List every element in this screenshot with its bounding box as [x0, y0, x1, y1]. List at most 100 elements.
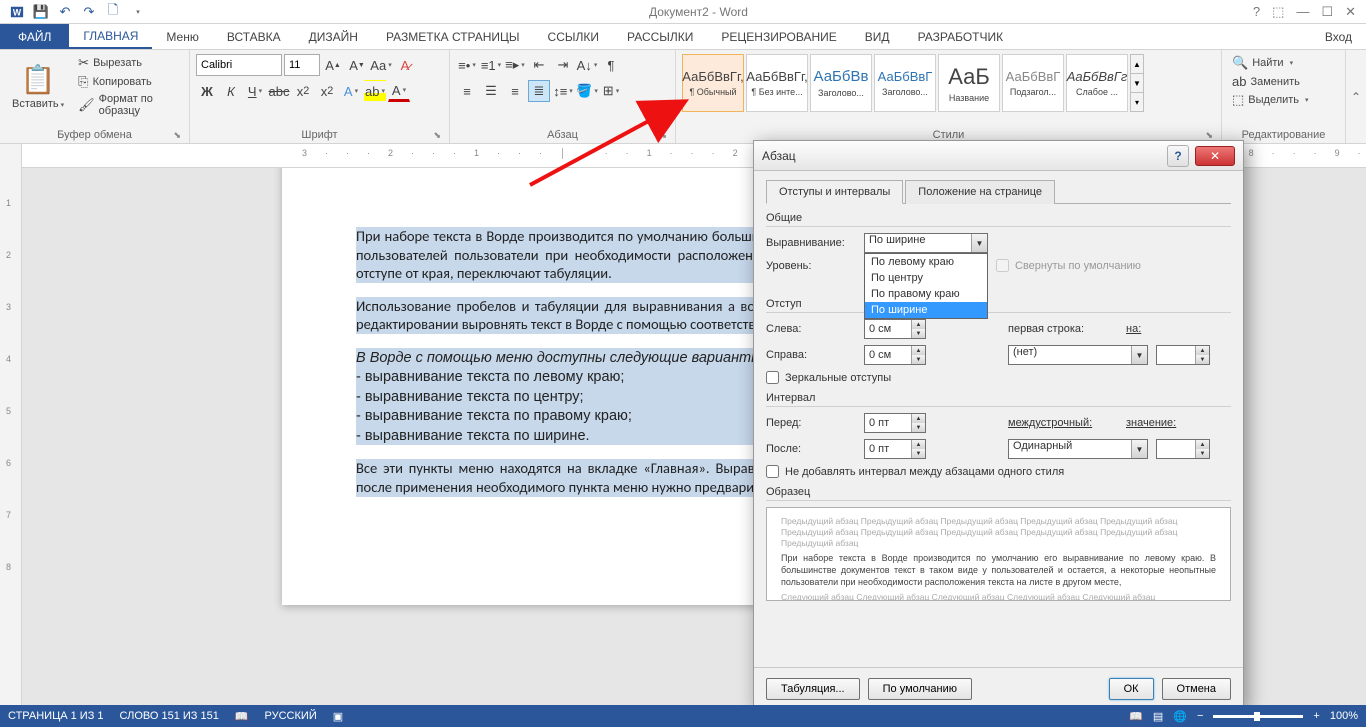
firstline-combo[interactable]: (нет)▼ — [1008, 345, 1148, 365]
text-effects-icon[interactable]: A — [340, 80, 362, 102]
zoom-level[interactable]: 100% — [1330, 710, 1358, 722]
style-subtle[interactable]: АаБбВвГгСлабое ... — [1066, 54, 1128, 112]
gallery-up-icon[interactable]: ▲ — [1131, 55, 1143, 73]
justify-icon[interactable]: ≣ — [528, 80, 550, 102]
underline-icon[interactable]: Ч — [244, 80, 266, 102]
style-heading2[interactable]: АаБбВвГЗаголово... — [874, 54, 936, 112]
collapse-ribbon-icon[interactable]: ⌃ — [1346, 50, 1366, 143]
font-launcher-icon[interactable]: ⬊ — [433, 130, 441, 141]
shrink-font-icon[interactable]: A▼ — [346, 54, 368, 76]
style-heading1[interactable]: АаБбВвЗаголово... — [810, 54, 872, 112]
status-words[interactable]: СЛОВО 151 ИЗ 151 — [120, 710, 219, 722]
tab-view[interactable]: ВИД — [851, 24, 904, 49]
style-gallery[interactable]: АаБбВвГг,¶ Обычный АаБбВвГг,¶ Без инте..… — [682, 54, 1182, 112]
zoom-out-icon[interactable]: − — [1197, 710, 1203, 722]
italic-icon[interactable]: К — [220, 80, 242, 102]
tab-layout[interactable]: РАЗМЕТКА СТРАНИЦЫ — [372, 24, 534, 49]
value-spinner[interactable]: ▲▼ — [1156, 439, 1210, 459]
status-language[interactable]: РУССКИЙ — [265, 710, 317, 722]
subscript-icon[interactable]: x2 — [292, 80, 314, 102]
indent-right-spinner[interactable]: 0 см▲▼ — [864, 345, 926, 365]
dialog-tab-position[interactable]: Положение на странице — [905, 180, 1055, 204]
close-icon[interactable]: ✕ — [1345, 4, 1356, 20]
by-spinner[interactable]: ▲▼ — [1156, 345, 1210, 365]
maximize-icon[interactable]: ☐ — [1321, 4, 1333, 20]
strike-icon[interactable]: abc — [268, 80, 290, 102]
bullets-icon[interactable]: ≡• — [456, 54, 478, 76]
shading-icon[interactable]: 🪣 — [576, 80, 598, 102]
gallery-down-icon[interactable]: ▼ — [1131, 73, 1143, 92]
clipboard-launcher-icon[interactable]: ⬊ — [173, 130, 181, 141]
cut-button[interactable]: ✂Вырезать — [74, 54, 183, 72]
highlight-icon[interactable]: ab — [364, 80, 386, 102]
redo-icon[interactable]: ↷ — [78, 2, 100, 22]
style-subtitle[interactable]: АаБбВвГПодзагол... — [1002, 54, 1064, 112]
save-icon[interactable]: 💾 — [30, 2, 52, 22]
tab-home[interactable]: ГЛАВНАЯ — [69, 24, 152, 49]
select-button[interactable]: ⬚Выделить — [1228, 91, 1339, 109]
new-doc-icon[interactable]: 🗋 — [102, 2, 124, 22]
tab-menu[interactable]: Меню — [152, 24, 212, 49]
paste-button[interactable]: 📋 Вставить — [6, 54, 70, 118]
ok-button[interactable]: ОК — [1109, 678, 1154, 700]
status-proofing-icon[interactable]: 📖 — [235, 710, 249, 723]
view-web-icon[interactable]: 🌐 — [1173, 710, 1187, 723]
status-page[interactable]: СТРАНИЦА 1 ИЗ 1 — [8, 710, 104, 722]
view-read-icon[interactable]: 📖 — [1129, 710, 1143, 723]
line-spacing-icon[interactable]: ↕≡ — [552, 80, 574, 102]
no-space-samestyle-checkbox[interactable]: Не добавлять интервал между абзацами одн… — [766, 465, 1231, 478]
align-left-icon[interactable]: ≡ — [456, 80, 478, 102]
tab-signin[interactable]: Вход — [1311, 24, 1366, 49]
align-option-right[interactable]: По правому краю — [865, 286, 987, 302]
tab-developer[interactable]: РАЗРАБОТЧИК — [904, 24, 1018, 49]
help-icon[interactable]: ? — [1253, 4, 1260, 20]
indent-inc-icon[interactable]: ⇥ — [552, 54, 574, 76]
chevron-down-icon[interactable]: ▼ — [971, 234, 987, 252]
font-color-icon[interactable]: A — [388, 80, 410, 102]
align-right-icon[interactable]: ≡ — [504, 80, 526, 102]
bold-icon[interactable]: Ж — [196, 80, 218, 102]
indent-dec-icon[interactable]: ⇤ — [528, 54, 550, 76]
zoom-slider[interactable] — [1213, 715, 1303, 718]
format-painter-button[interactable]: 🖌Формат по образцу — [74, 92, 183, 118]
gallery-more-icon[interactable]: ▾ — [1131, 92, 1143, 111]
undo-icon[interactable]: ↶ — [54, 2, 76, 22]
mirror-checkbox[interactable]: Зеркальные отступы — [766, 371, 1231, 384]
indent-left-spinner[interactable]: 0 см▲▼ — [864, 319, 926, 339]
clear-format-icon[interactable]: A̷ — [394, 54, 416, 76]
tabs-button[interactable]: Табуляция... — [766, 678, 860, 700]
show-marks-icon[interactable]: ¶ — [600, 54, 622, 76]
tab-references[interactable]: ССЫЛКИ — [534, 24, 613, 49]
linespacing-combo[interactable]: Одинарный▼ — [1008, 439, 1148, 459]
tab-file[interactable]: ФАЙЛ — [0, 24, 69, 49]
cancel-button[interactable]: Отмена — [1162, 678, 1231, 700]
align-option-left[interactable]: По левому краю — [865, 254, 987, 270]
grow-font-icon[interactable]: A▲ — [322, 54, 344, 76]
minimize-icon[interactable]: — — [1296, 4, 1309, 20]
collapse-checkbox[interactable]: Свернуты по умолчанию — [996, 259, 1141, 272]
dialog-help-icon[interactable]: ? — [1167, 145, 1189, 167]
tab-design[interactable]: ДИЗАЙН — [295, 24, 372, 49]
align-center-icon[interactable]: ☰ — [480, 80, 502, 102]
tab-mailings[interactable]: РАССЫЛКИ — [613, 24, 707, 49]
borders-icon[interactable]: ⊞ — [600, 80, 622, 102]
ribbon-display-icon[interactable]: ⬚ — [1272, 4, 1284, 20]
view-print-icon[interactable]: ▤ — [1153, 710, 1163, 723]
status-macro-icon[interactable]: ▣ — [333, 710, 343, 723]
find-button[interactable]: 🔍Найти — [1228, 54, 1339, 72]
qat-customize[interactable] — [126, 2, 148, 22]
paragraph-launcher-icon[interactable]: ⬊ — [659, 130, 667, 141]
multilevel-icon[interactable]: ≡▸ — [504, 54, 526, 76]
font-size-combo[interactable] — [284, 54, 320, 76]
copy-button[interactable]: ⎘Копировать — [74, 73, 183, 91]
sort-icon[interactable]: A↓ — [576, 54, 598, 76]
zoom-in-icon[interactable]: + — [1313, 710, 1319, 722]
before-spinner[interactable]: 0 пт▲▼ — [864, 413, 926, 433]
dialog-close-icon[interactable]: ✕ — [1195, 146, 1235, 166]
tab-review[interactable]: РЕЦЕНЗИРОВАНИЕ — [707, 24, 850, 49]
word-icon[interactable]: W — [6, 2, 28, 22]
tab-insert[interactable]: ВСТАВКА — [213, 24, 295, 49]
replace-button[interactable]: abЗаменить — [1228, 73, 1339, 90]
dialog-tab-indents[interactable]: Отступы и интервалы — [766, 180, 903, 204]
superscript-icon[interactable]: x2 — [316, 80, 338, 102]
